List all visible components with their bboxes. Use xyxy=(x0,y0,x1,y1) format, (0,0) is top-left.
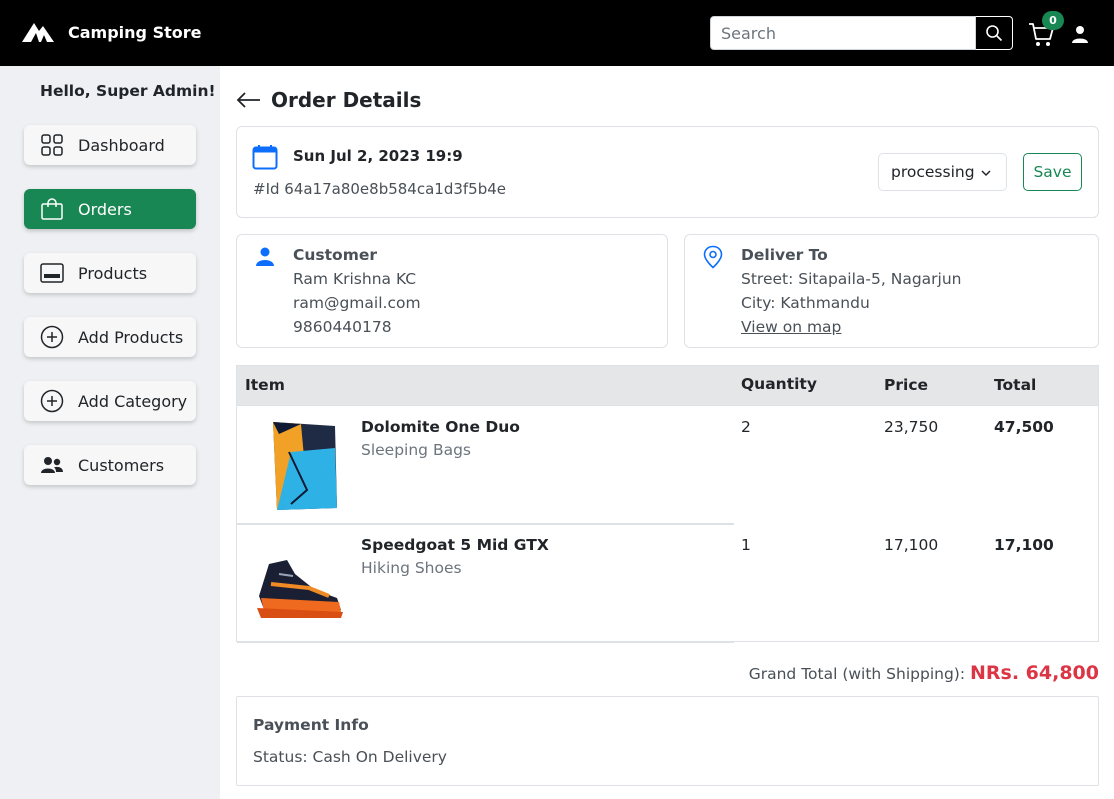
order-items-table: Item Quantity Price Total Dolomite One D… xyxy=(236,365,1099,643)
header-quantity: Quantity xyxy=(741,375,817,393)
greeting: Hello, Super Admin! xyxy=(40,82,216,100)
search-button[interactable] xyxy=(976,16,1013,50)
header-item: Item xyxy=(245,376,285,394)
plus-circle-icon xyxy=(40,389,64,413)
header-price: Price xyxy=(884,376,929,394)
brand-name: Camping Store xyxy=(68,22,202,42)
search-bar xyxy=(710,16,1013,50)
sidebar-item-label: Customers xyxy=(78,455,165,475)
sidebar xyxy=(0,66,220,799)
cart-count-badge: 0 xyxy=(1042,11,1064,30)
product-name: Dolomite One Duo xyxy=(361,418,520,436)
customer-email: ram@gmail.com xyxy=(293,294,421,312)
brand[interactable]: Camping Store xyxy=(22,20,201,44)
customer-phone: 9860440178 xyxy=(293,318,392,336)
hiking-shoe-image xyxy=(257,560,343,618)
search-input[interactable] xyxy=(710,16,976,50)
order-id: #Id 64a17a80e8b584ca1d3f5b4e xyxy=(253,180,507,198)
item-quantity: 1 xyxy=(741,536,751,554)
product-category: Sleeping Bags xyxy=(361,441,471,459)
grand-total: Grand Total (with Shipping): NRs. 64,800 xyxy=(749,662,1099,684)
sidebar-item-dashboard[interactable]: Dashboard xyxy=(24,125,196,165)
delivery-title: Deliver To xyxy=(741,246,828,264)
card-icon xyxy=(40,263,64,283)
sidebar-item-label: Add Products xyxy=(78,327,184,347)
sidebar-item-label: Orders xyxy=(78,199,132,219)
sidebar-item-add-category[interactable]: Add Category xyxy=(24,381,196,421)
delivery-street: Street: Sitapaila-5, Nagarjun xyxy=(741,270,962,288)
grand-total-label: Grand Total (with Shipping): xyxy=(748,665,966,683)
sidebar-item-add-products[interactable]: Add Products xyxy=(24,317,196,357)
item-price: 17,100 xyxy=(884,536,939,554)
table-header: Item Quantity Price Total xyxy=(237,366,1098,406)
back-arrow-icon[interactable] xyxy=(236,90,262,110)
chevron-down-icon xyxy=(981,170,991,177)
grand-total-value: NRs. 64,800 xyxy=(970,662,1099,684)
sidebar-item-products[interactable]: Products xyxy=(24,253,196,293)
item-price: 23,750 xyxy=(884,418,939,436)
bag-icon xyxy=(41,198,63,220)
table-row[interactable]: Dolomite One Duo Sleeping Bags 2 23,750 … xyxy=(237,406,1098,524)
page-title: Order Details xyxy=(271,88,422,112)
order-status-select[interactable]: processing xyxy=(878,153,1007,191)
view-on-map-link[interactable]: View on map xyxy=(741,318,841,336)
sleeping-bag-image xyxy=(273,422,337,510)
table-row[interactable]: Speedgoat 5 Mid GTX Hiking Shoes 1 17,10… xyxy=(237,524,1098,642)
sidebar-item-orders[interactable]: Orders xyxy=(24,189,196,229)
sidebar-item-customers[interactable]: Customers xyxy=(24,445,196,485)
item-total: 17,100 xyxy=(994,536,1054,554)
order-status-value: processing xyxy=(891,163,975,181)
delivery-city: City: Kathmandu xyxy=(741,294,870,312)
order-date: Sun Jul 2, 2023 19:9 xyxy=(293,147,463,165)
item-quantity: 2 xyxy=(741,418,751,436)
customer-name: Ram Krishna KC xyxy=(293,270,417,288)
header-total: Total xyxy=(994,376,1037,394)
search-icon xyxy=(986,25,1003,42)
payment-status: Status: Cash On Delivery xyxy=(253,748,447,766)
sidebar-item-label: Add Category xyxy=(78,391,188,411)
plus-circle-icon xyxy=(40,325,64,349)
person-icon xyxy=(256,247,274,266)
calendar-icon xyxy=(252,145,278,170)
sidebar-item-label: Dashboard xyxy=(78,135,165,155)
people-icon xyxy=(41,457,63,473)
product-name: Speedgoat 5 Mid GTX xyxy=(361,536,549,554)
payment-info-card xyxy=(236,696,1099,786)
payment-info-title: Payment Info xyxy=(253,716,369,734)
mountain-logo-icon xyxy=(22,23,54,42)
customer-title: Customer xyxy=(293,246,378,264)
location-pin-icon xyxy=(703,245,723,269)
save-button[interactable]: Save xyxy=(1023,153,1082,191)
sidebar-item-label: Products xyxy=(78,263,148,283)
item-total: 47,500 xyxy=(994,418,1054,436)
user-icon[interactable] xyxy=(1070,24,1090,44)
grid-icon xyxy=(41,134,63,156)
row-divider xyxy=(237,641,734,643)
product-category: Hiking Shoes xyxy=(361,559,462,577)
